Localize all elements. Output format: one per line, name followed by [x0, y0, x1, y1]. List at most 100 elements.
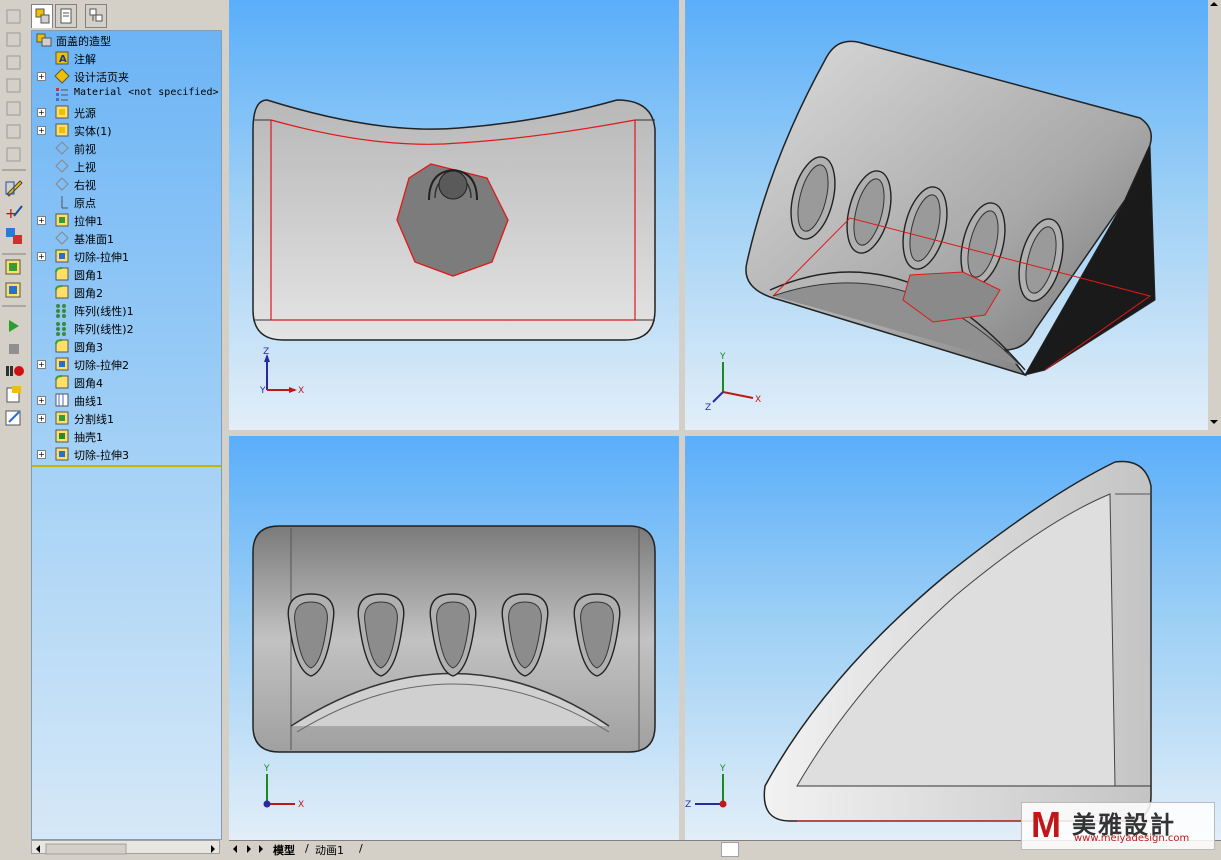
curve-icon: [55, 393, 69, 407]
tree-item-label: 圆角2: [74, 287, 103, 300]
tree-item-label: 切除-拉伸1: [74, 251, 129, 264]
tree-root-label: 面盖的造型: [56, 35, 111, 48]
front-axis-y-label: Y: [259, 386, 266, 396]
new-macro-icon: [6, 386, 21, 403]
watermark-logo: M 美雅設計 www.meiyadesign.com: [1021, 802, 1215, 850]
tree-item-label: 圆角1: [74, 269, 103, 282]
tab-configuration-manager[interactable]: [85, 4, 107, 28]
lights-icon: [55, 105, 69, 119]
tree-horizontal-scrollbar[interactable]: [31, 840, 220, 855]
property-manager-icon: [60, 8, 72, 24]
tree-item-label: 圆角3: [74, 341, 103, 354]
cut-extrude-icon: [55, 447, 69, 461]
feature-tree-icon: [35, 8, 50, 24]
tree-item-label: 前视: [74, 143, 96, 156]
toolbar-icons: +: [2, 9, 26, 426]
cut-extrude-tb-icon: [5, 282, 21, 298]
triad-top: Y X: [263, 764, 304, 810]
tree-item-label: 设计活页夹: [74, 71, 129, 84]
expand-icon[interactable]: +: [37, 126, 46, 135]
origin-icon: [61, 196, 68, 209]
iso-axis-x-label: X: [755, 395, 761, 405]
expand-icon[interactable]: +: [37, 252, 46, 261]
expand-icon[interactable]: +: [37, 360, 46, 369]
viewport-top[interactable]: Y X: [229, 436, 679, 840]
smart-dimension-icon: +: [5, 205, 23, 222]
bottom-hscroll-thumb[interactable]: [721, 842, 739, 857]
rollback-bar[interactable]: [32, 465, 221, 467]
view-left-icon: [6, 55, 21, 70]
front-axis-x-label: X: [298, 386, 304, 396]
tree-item-label: Material <not specified>: [74, 87, 219, 98]
expand-icon[interactable]: +: [37, 450, 46, 459]
expand-icon[interactable]: +: [37, 72, 46, 81]
cut-extrude-icon: [55, 249, 69, 263]
iso-axis-z-label: Z: [705, 403, 711, 413]
top-axis-x-label: X: [298, 800, 304, 810]
feature-manager: 面盖的造型 A 注解 + 设计活页夹 Material <not specified> +…: [29, 0, 223, 856]
expand-icon[interactable]: +: [37, 108, 46, 117]
fillet-icon: [55, 285, 69, 299]
plane-icon: [55, 159, 69, 173]
feature-manager-tabs: [31, 4, 221, 30]
cut-extrude-icon: [55, 357, 69, 371]
linear-pattern-icon: [56, 304, 66, 318]
configuration-manager-icon: [89, 8, 103, 22]
scroll-left-icon: [36, 845, 40, 853]
viewport-front[interactable]: Z X Y: [229, 0, 679, 430]
tree-item-label: 拉伸1: [74, 215, 103, 228]
tab-scroll-left-icon: [233, 845, 237, 853]
feature-tree-pane: 面盖的造型 A 注解 + 设计活页夹 Material <not specified> +…: [31, 30, 222, 840]
view-back-icon: [6, 32, 21, 47]
tree-item-label: 曲线1: [74, 395, 103, 408]
viewport-isometric[interactable]: Y X Z: [685, 0, 1221, 430]
tree-item-label: 阵列(线性)2: [74, 323, 134, 336]
tab-feature-tree[interactable]: [31, 4, 53, 28]
fillet-icon: [55, 339, 69, 353]
left-toolbar: +: [0, 0, 30, 856]
sketch-icon: [5, 180, 23, 197]
design-binder-icon: [54, 68, 70, 84]
tab-property-manager[interactable]: [55, 4, 77, 28]
isometric-view-model: Y X Z: [705, 0, 1221, 430]
fillet-icon: [55, 267, 69, 281]
front-view-model: Z X Y: [252, 99, 656, 396]
view-top-icon: [6, 101, 21, 116]
play-macro-icon: [9, 320, 19, 332]
top-axis-y-label: Y: [263, 764, 270, 774]
tree-item-label: 原点: [74, 197, 96, 210]
expand-icon[interactable]: +: [37, 396, 46, 405]
part-icon: [36, 33, 52, 47]
scroll-right-icon: [211, 845, 215, 853]
iso-axis-y-label: Y: [719, 352, 726, 362]
linear-pattern-icon: [56, 322, 66, 336]
plane-icon: [55, 177, 69, 191]
fillet-icon: [55, 375, 69, 389]
view-front-icon: [6, 9, 21, 24]
watermark-mark: M: [1031, 804, 1061, 845]
plane-icon: [55, 231, 69, 245]
right-view-model: Y Z: [685, 460, 1152, 822]
triad-front: Z X Y: [259, 347, 304, 396]
watermark-url: www.meiyadesign.com: [1074, 833, 1190, 844]
expand-icon[interactable]: +: [37, 414, 46, 423]
tree-item-label: 抽壳1: [74, 431, 103, 444]
stop-macro-icon: [9, 344, 19, 354]
tab-separator: /: [305, 842, 309, 855]
tab-scroll-right-icon: [247, 845, 251, 853]
view-iso-icon: [6, 147, 21, 162]
expand-icon[interactable]: +: [37, 216, 46, 225]
split-line-icon: [55, 411, 69, 425]
top-view-model: Y X: [252, 525, 656, 810]
viewport-vertical-scrollbar: [1208, 0, 1221, 430]
front-axis-z-label: Z: [263, 347, 269, 357]
viewport-right[interactable]: Y Z: [685, 436, 1221, 840]
tab-scroll-arrows[interactable]: [231, 842, 271, 856]
solid-bodies-icon: [55, 123, 69, 137]
triad-iso: Y X Z: [705, 352, 761, 413]
plane-icon: [55, 141, 69, 155]
edit-macro-icon: [5, 410, 21, 426]
extrude-boss-icon: [5, 259, 21, 275]
right-axis-y-label: Y: [719, 764, 726, 774]
scrollbar-arrows: [36, 843, 215, 855]
